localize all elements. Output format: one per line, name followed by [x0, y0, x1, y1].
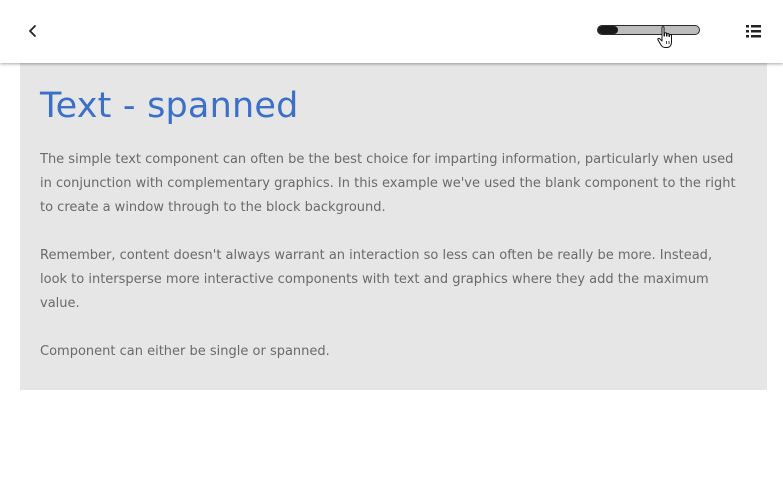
chevron-left-icon — [29, 25, 36, 37]
text-block: Text - spanned The simple text component… — [20, 63, 767, 390]
back-button[interactable] — [22, 19, 44, 43]
body-paragraph: Component can either be single or spanne… — [40, 344, 330, 359]
hand-pointer-icon — [657, 26, 672, 48]
page-progress-bar[interactable] — [597, 25, 700, 35]
body-paragraph: Remember, content doesn't always warrant… — [40, 248, 713, 311]
page-progress-fill — [598, 26, 619, 34]
top-navigation-bar — [0, 0, 783, 63]
body-paragraph: The simple text component can often be t… — [40, 152, 736, 215]
list-icon — [746, 25, 761, 38]
block-title: Text - spanned — [40, 86, 299, 126]
menu-button[interactable] — [743, 21, 765, 41]
